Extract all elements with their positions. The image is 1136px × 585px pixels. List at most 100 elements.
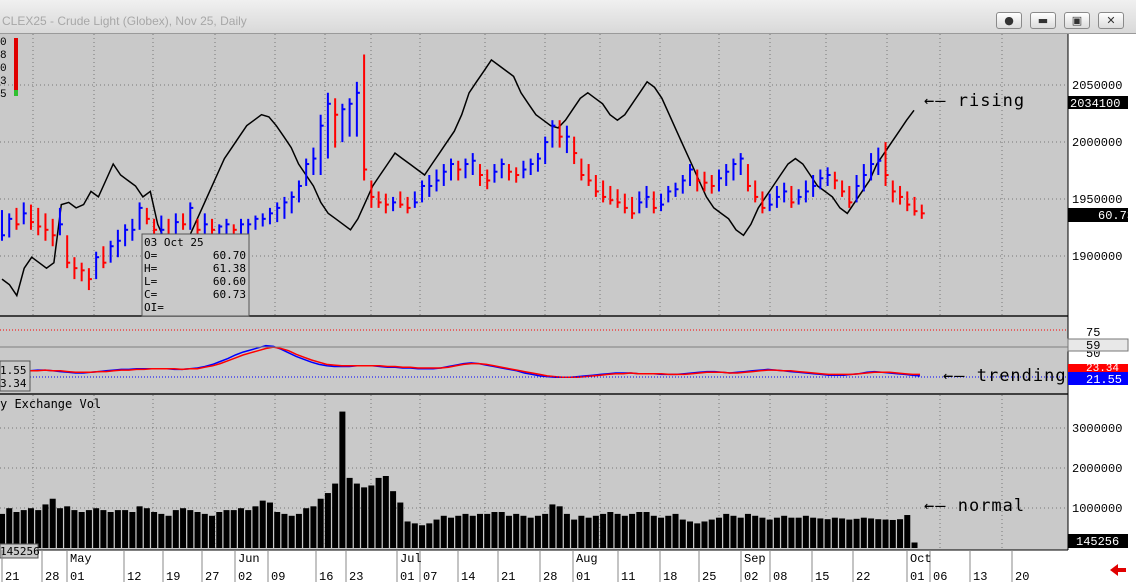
data-window: 03 Oct 25 O= 60.70 H= 61.38 L= 60.60 C= … bbox=[141, 233, 250, 317]
record-glyph: ● bbox=[1004, 14, 1014, 27]
day-label: 06 bbox=[933, 570, 947, 584]
volume-bar bbox=[534, 515, 541, 548]
volume-bar bbox=[114, 510, 121, 548]
volume-bar bbox=[266, 502, 273, 548]
volume-bar bbox=[303, 508, 310, 548]
indicator-level-value: 59 bbox=[1086, 339, 1100, 353]
volume-bar bbox=[143, 508, 150, 548]
volume-label: y Exchange Vol bbox=[0, 397, 101, 411]
volume-bar bbox=[426, 523, 433, 548]
month-label: Jul bbox=[400, 552, 422, 566]
volume-bar bbox=[614, 513, 621, 548]
volume-last-value: 145256 bbox=[1076, 535, 1119, 549]
volume-bar bbox=[737, 517, 744, 548]
volume-bar bbox=[607, 512, 614, 548]
day-label: 01 bbox=[400, 570, 414, 584]
day-label: 16 bbox=[319, 570, 333, 584]
volume-bar bbox=[6, 508, 13, 548]
day-label: 19 bbox=[166, 570, 180, 584]
volume-bar bbox=[563, 513, 570, 548]
volume-bar bbox=[0, 513, 5, 548]
indicator-panel-bg bbox=[0, 317, 1068, 393]
volume-bar bbox=[172, 510, 179, 548]
minimize-icon[interactable]: ▬ bbox=[1030, 12, 1056, 29]
level-meter bbox=[14, 38, 18, 94]
volume-bar bbox=[151, 512, 158, 548]
window-titlebar[interactable]: CLEX25 - Crude Light (Globex), Nov 25, D… bbox=[0, 0, 1136, 34]
month-label: Sep bbox=[744, 552, 766, 566]
volume-bar bbox=[795, 517, 802, 548]
volume-bar bbox=[353, 483, 360, 548]
normal-arrow-icon: ←– bbox=[924, 496, 958, 516]
volume-bar bbox=[650, 515, 657, 548]
price-tick: 2000000 bbox=[1072, 136, 1122, 150]
day-label: 21 bbox=[501, 570, 515, 584]
volume-bar bbox=[122, 510, 129, 548]
volume-bar bbox=[701, 521, 708, 548]
volume-bar bbox=[252, 506, 259, 548]
day-label: 25 bbox=[702, 570, 716, 584]
day-label: 23 bbox=[349, 570, 363, 584]
volume-bar bbox=[56, 508, 63, 548]
volume-bar bbox=[491, 512, 498, 548]
day-label: 21 bbox=[5, 570, 19, 584]
volume-bar bbox=[49, 498, 56, 548]
volume-bar bbox=[831, 517, 838, 548]
rising-text: rising bbox=[957, 91, 1026, 111]
volume-bar bbox=[368, 485, 375, 548]
day-label: 09 bbox=[271, 570, 285, 584]
fast-value: 21.55 bbox=[1086, 373, 1122, 387]
volume-bar bbox=[339, 411, 346, 548]
record-icon[interactable]: ● bbox=[996, 12, 1022, 29]
volume-bar bbox=[310, 506, 317, 548]
price-tick: 1950000 bbox=[1072, 193, 1122, 207]
volume-bar bbox=[27, 508, 34, 548]
close-icon[interactable]: ✕ bbox=[1098, 12, 1124, 29]
day-label: 02 bbox=[744, 570, 758, 584]
volume-bar bbox=[853, 518, 860, 548]
day-label: 07 bbox=[423, 570, 437, 584]
volume-bar bbox=[578, 515, 585, 548]
volume-bar bbox=[897, 519, 904, 548]
day-label: 12 bbox=[127, 570, 141, 584]
left-edge-label: 0 bbox=[0, 37, 7, 49]
volume-bar bbox=[223, 510, 230, 548]
volume-bar bbox=[889, 519, 896, 548]
day-label: 14 bbox=[461, 570, 475, 584]
left-edge-label: 5 bbox=[0, 89, 7, 101]
trending-arrow-icon: ←– bbox=[943, 366, 977, 386]
price-axis-bg bbox=[1068, 34, 1136, 315]
volume-bar bbox=[911, 542, 918, 548]
volume-bar bbox=[781, 515, 788, 548]
restore-icon[interactable]: ▣ bbox=[1064, 12, 1090, 29]
volume-bar bbox=[723, 513, 730, 548]
volume-bar bbox=[129, 512, 136, 548]
volume-bar bbox=[585, 517, 592, 548]
month-label: Aug bbox=[576, 552, 598, 566]
volume-bar bbox=[679, 519, 686, 548]
volume-bar bbox=[556, 506, 563, 548]
volume-bar bbox=[433, 519, 440, 548]
volume-bar bbox=[643, 512, 650, 548]
volume-bar bbox=[259, 500, 266, 548]
volume-bar bbox=[802, 515, 809, 548]
volume-bar bbox=[288, 515, 295, 548]
volume-bar bbox=[42, 504, 49, 548]
data-window-value: 60.60 bbox=[213, 275, 246, 288]
left-edge-label: 8 bbox=[0, 50, 7, 62]
level-meter-green bbox=[14, 90, 18, 96]
volume-bar bbox=[346, 477, 353, 548]
volume-bar bbox=[382, 476, 389, 548]
data-window-label: H= bbox=[144, 262, 158, 275]
volume-bar bbox=[85, 510, 92, 548]
volume-bar bbox=[498, 512, 505, 548]
day-label: 27 bbox=[205, 570, 219, 584]
day-label: 18 bbox=[663, 570, 677, 584]
volume-bar bbox=[527, 517, 534, 548]
volume-bar bbox=[245, 510, 252, 548]
volume-tick: 2000000 bbox=[1072, 462, 1122, 476]
left-edge-label: 3 bbox=[0, 76, 7, 88]
day-label: 02 bbox=[238, 570, 252, 584]
price-tick: 1900000 bbox=[1072, 250, 1122, 264]
normal-annotation: ←– normal bbox=[924, 496, 1025, 516]
